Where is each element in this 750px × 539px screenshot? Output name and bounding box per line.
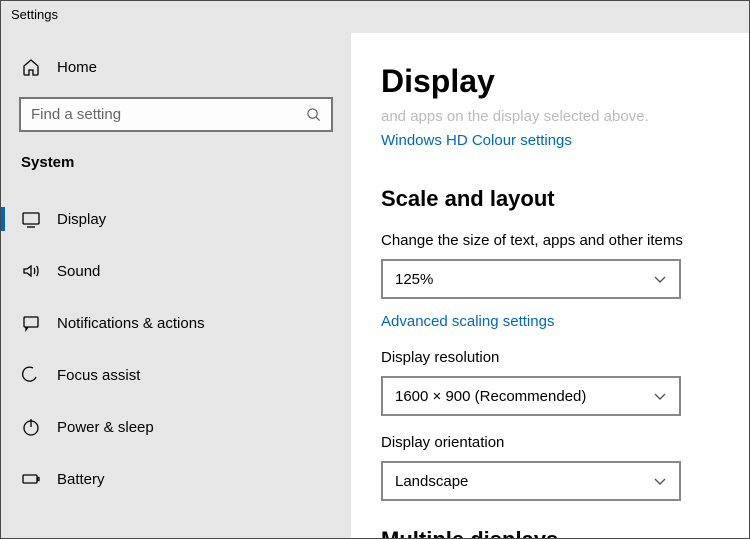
sidebar-item-label: Battery — [57, 471, 105, 488]
power-icon — [21, 417, 41, 437]
sidebar-item-sound[interactable]: Sound — [19, 245, 333, 297]
hd-colour-link[interactable]: Windows HD Colour settings — [381, 132, 572, 149]
dropdown-value: 125% — [395, 271, 433, 288]
chevron-down-icon — [653, 272, 667, 286]
settings-window: Settings Home System — [0, 0, 750, 539]
sidebar-item-focus-assist[interactable]: Focus assist — [19, 349, 333, 401]
home-button[interactable]: Home — [19, 51, 333, 97]
sidebar: Home System Display — [1, 33, 351, 538]
dropdown-value: Landscape — [395, 473, 468, 490]
dropdown-value: 1600 × 900 (Recommended) — [395, 388, 586, 405]
clipped-text: and apps on the display selected above. — [381, 108, 719, 126]
page-title: Display — [381, 63, 719, 100]
chevron-down-icon — [653, 389, 667, 403]
battery-icon — [21, 469, 41, 489]
sidebar-item-label: Notifications & actions — [57, 315, 205, 332]
sidebar-section-header: System — [19, 154, 333, 171]
sidebar-item-power-sleep[interactable]: Power & sleep — [19, 401, 333, 453]
search-input-container[interactable] — [19, 97, 333, 132]
window-title: Settings — [1, 1, 749, 33]
dropdown-resolution[interactable]: 1600 × 900 (Recommended) — [381, 376, 681, 416]
sidebar-item-label: Display — [57, 211, 106, 228]
sidebar-item-notifications[interactable]: Notifications & actions — [19, 297, 333, 349]
notifications-icon — [21, 313, 41, 333]
section-scale-layout: Scale and layout — [381, 186, 719, 212]
content-pane: Display and apps on the display selected… — [351, 33, 749, 538]
dropdown-text-size[interactable]: 125% — [381, 259, 681, 299]
window-body: Home System Display — [1, 33, 749, 538]
sound-icon — [21, 261, 41, 281]
chevron-down-icon — [653, 474, 667, 488]
dropdown-orientation[interactable]: Landscape — [381, 461, 681, 501]
search-icon — [306, 107, 321, 122]
label-resolution: Display resolution — [381, 349, 719, 366]
search-input[interactable] — [31, 106, 306, 123]
home-icon — [21, 57, 41, 77]
sidebar-item-label: Focus assist — [57, 367, 140, 384]
focus-assist-icon — [21, 365, 41, 385]
sidebar-nav: Display Sound Notifications & actions — [19, 193, 333, 505]
advanced-scaling-link[interactable]: Advanced scaling settings — [381, 313, 554, 330]
display-icon — [21, 209, 41, 229]
home-label: Home — [57, 59, 97, 76]
section-multiple-displays-partial: Multiple displays — [381, 527, 719, 538]
label-text-size: Change the size of text, apps and other … — [381, 232, 719, 249]
sidebar-item-battery[interactable]: Battery — [19, 453, 333, 505]
sidebar-item-display[interactable]: Display — [19, 193, 333, 245]
label-orientation: Display orientation — [381, 434, 719, 451]
sidebar-item-label: Sound — [57, 263, 100, 280]
sidebar-item-label: Power & sleep — [57, 419, 154, 436]
